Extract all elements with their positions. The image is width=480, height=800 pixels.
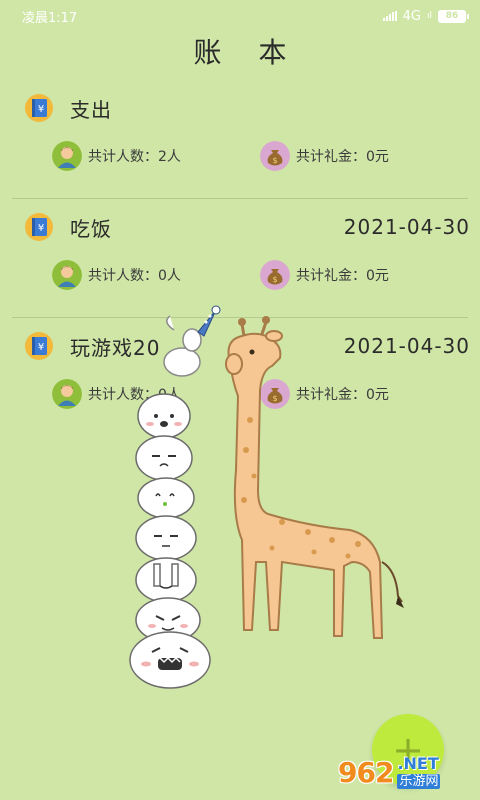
watermark-suffix: .NET xyxy=(397,753,439,773)
person-avatar-icon xyxy=(52,260,82,290)
bun-stack-illustration xyxy=(129,393,211,689)
people-count: 共计人数：0人 xyxy=(52,260,260,290)
entry-date: 2021-04-30 xyxy=(343,215,470,239)
svg-text:¥: ¥ xyxy=(38,342,44,353)
ledger-book-icon: ¥ xyxy=(25,213,53,241)
ledger-book-icon: ¥ xyxy=(25,94,53,122)
people-count: 共计人数：2人 xyxy=(52,141,260,171)
battery-icon: 86 xyxy=(438,9,469,23)
network-signal: ıl xyxy=(426,11,432,21)
people-count-label: 共计人数：0人 xyxy=(88,268,181,284)
svg-text:¥: ¥ xyxy=(38,223,44,234)
watermark-right: .NET 乐游网 xyxy=(397,753,441,789)
giraffe-illustration xyxy=(225,316,404,639)
battery-level: 86 xyxy=(445,11,459,21)
status-indicators: 4G ıl 86 xyxy=(382,8,469,24)
background-illustration xyxy=(129,305,404,689)
entry-title: 吃饭 xyxy=(70,216,112,241)
people-count-label: 共计人数：2人 xyxy=(88,149,181,165)
svg-text:¥: ¥ xyxy=(38,104,44,115)
network-type: 4G xyxy=(402,8,421,24)
entry-header: ¥ 吃饭 2021-04-30 xyxy=(24,209,470,245)
money-bag-icon: $ xyxy=(260,260,290,290)
watermark-site: 乐游网 xyxy=(397,773,441,789)
entry-title: 支出 xyxy=(70,97,112,122)
watermark-number: 962 xyxy=(338,755,394,789)
money-total-label: 共计礼金：0元 xyxy=(296,149,389,165)
ledger-entry[interactable]: ¥ 支出 共计人数：2人 $ 共计礼金：0元 xyxy=(12,80,468,199)
site-watermark: 962 .NET 乐游网 xyxy=(338,748,478,796)
page-title: 账 本 xyxy=(193,36,301,69)
status-time: 凌晨1:17 xyxy=(22,10,78,26)
money-bag-icon: $ xyxy=(260,141,290,171)
svg-text:$: $ xyxy=(272,275,277,284)
signal-strength-icon xyxy=(382,11,397,21)
person-avatar-icon xyxy=(52,379,82,409)
bunny-illustration xyxy=(163,305,221,377)
svg-text:$: $ xyxy=(272,156,277,165)
entry-stats: 共计人数：0人 $ 共计礼金：0元 xyxy=(52,259,468,291)
entry-stats: 共计人数：2人 $ 共计礼金：0元 xyxy=(52,140,468,172)
ledger-book-icon: ¥ xyxy=(25,332,53,360)
money-total: $ 共计礼金：0元 xyxy=(260,260,468,290)
money-total-label: 共计礼金：0元 xyxy=(296,268,389,284)
money-total: $ 共计礼金：0元 xyxy=(260,141,468,171)
entry-header: ¥ 支出 xyxy=(24,90,468,126)
status-bar: 凌晨1:17 4G ıl 86 xyxy=(0,0,480,32)
person-avatar-icon xyxy=(52,141,82,171)
